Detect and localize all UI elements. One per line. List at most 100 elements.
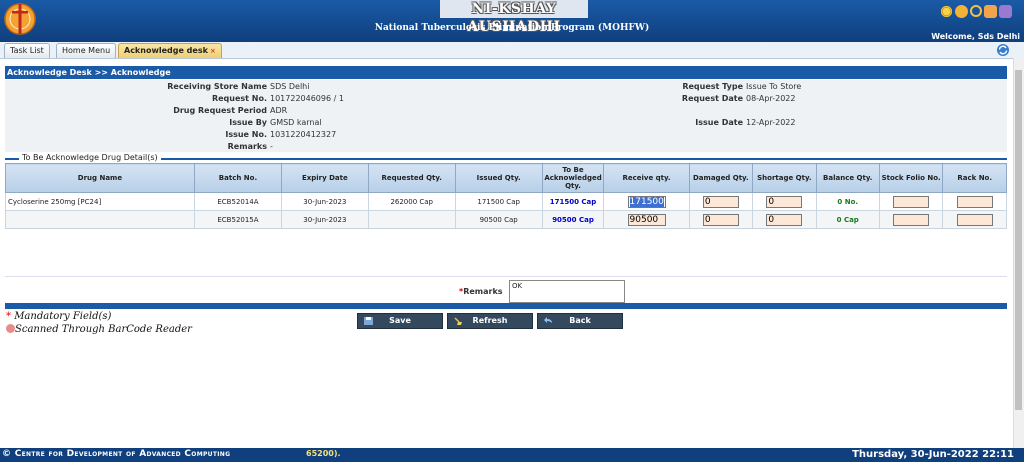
broom-icon (454, 317, 462, 325)
column-header: Receive qty. (603, 163, 690, 193)
issue-date-label: Issue Date (695, 118, 743, 127)
batch-no-cell: ECB52014A (193, 192, 283, 211)
damaged-qty-cell: 0 (688, 192, 754, 211)
table-row: Cycloserine 250mg [PC24] ECB52014A 30-Ju… (5, 192, 1007, 211)
datetime-text: Thursday, 30-Jun-2022 22:11 (852, 449, 1014, 460)
refresh-button[interactable]: Refresh (447, 313, 533, 329)
issue-no-value: 1031220412327 (270, 130, 337, 139)
table-header-row: Drug Name Batch No. Expiry Date Requeste… (5, 163, 1007, 193)
drug-name-cell: Cycloserine 250mg [PC24] (5, 192, 195, 211)
damaged-qty-cell: 0 (688, 210, 754, 229)
refresh-label: Refresh (472, 316, 508, 325)
remarks-info-value: - (270, 142, 273, 151)
request-type-value: Issue To Store (746, 82, 802, 91)
barcode-dot-icon (6, 324, 15, 333)
document-icon[interactable] (984, 4, 997, 18)
remarks-row: *Remarks OK (5, 276, 1007, 304)
header-toolbar (940, 3, 1012, 19)
remarks-label: *Remarks (459, 287, 503, 296)
receiving-store-value: SDS Delhi (270, 82, 310, 91)
damaged-qty-input[interactable]: 0 (702, 195, 739, 208)
request-no-label: Request No. (211, 94, 267, 103)
column-header: Balance Qty. (815, 163, 880, 193)
receiving-store-label: Receiving Store Name (167, 82, 267, 91)
breadcrumb: Acknowledge Desk >> Acknowledge (5, 66, 1007, 79)
barcode-note: Scanned Through BarCode Reader (6, 324, 192, 335)
request-no-value: 101722046096 / 1 (270, 94, 344, 103)
batch-no-cell: ECB52015A (193, 210, 283, 229)
rack-no-input[interactable] (956, 195, 993, 208)
rack-no-input[interactable] (956, 213, 993, 226)
column-header: To Be Acknowledged Qty. (541, 163, 605, 193)
back-button[interactable]: Back (537, 313, 623, 329)
column-header: Stock Folio No. (878, 163, 944, 193)
expiry-date-cell: 30-Jun-2023 (281, 210, 369, 229)
user-icon[interactable] (955, 4, 968, 18)
stock-folio-cell (878, 192, 944, 211)
column-header: Requested Qty. (367, 163, 456, 193)
issue-by-value: GMSD karnal (270, 118, 322, 127)
column-header: Damaged Qty. (688, 163, 754, 193)
shortage-qty-cell: 0 (752, 192, 817, 211)
receive-qty-value: 171500 (629, 196, 664, 207)
drug-request-period-value: ADR (270, 106, 288, 115)
tab-task-list[interactable]: Task List (4, 43, 50, 58)
tab-label: Home Menu (62, 46, 111, 55)
request-date-label: Request Date (681, 94, 743, 103)
column-header: Batch No. (193, 163, 283, 193)
settings-icon[interactable] (940, 4, 953, 18)
table-row: ECB52015A 30-Jun-2023 90500 Cap 90500 Ca… (5, 210, 1007, 229)
request-date-value: 08-Apr-2022 (746, 94, 796, 103)
required-mark: * (6, 311, 11, 322)
receive-qty-input[interactable]: 90500 (627, 213, 666, 226)
organization-text: © Centre for Development of Advanced Com… (2, 449, 231, 459)
drug-request-period-label: Drug Request Period (173, 106, 267, 115)
app-header: NI-KSHAY AUSHADHI National Tuberculosis … (0, 0, 1024, 42)
section-title: To Be Acknowledge Drug Detail(s) (19, 153, 161, 162)
vertical-scrollbar[interactable] (1013, 58, 1024, 448)
refresh-icon[interactable] (996, 43, 1010, 57)
rack-no-cell (942, 192, 1007, 211)
balance-qty-cell: 0 Cap (815, 210, 880, 229)
remarks-textarea[interactable]: OK (509, 280, 625, 303)
column-header: Shortage Qty. (752, 163, 817, 193)
issue-no-label: Issue No. (225, 130, 267, 139)
mandatory-note: * Mandatory Field(s) (6, 311, 111, 322)
tab-acknowledge-desk[interactable]: Acknowledge desk × (118, 43, 222, 58)
close-icon[interactable]: × (210, 47, 216, 55)
damaged-qty-input[interactable]: 0 (702, 213, 739, 226)
printer-icon[interactable] (999, 4, 1012, 18)
rack-no-cell (942, 210, 1007, 229)
tab-bar: Task List Home Menu Acknowledge desk × (0, 42, 1024, 59)
remarks-info-label: Remarks (227, 142, 267, 151)
request-info: Receiving Store Name SDS Delhi Request N… (5, 80, 1007, 152)
program-title: National Tuberculosis Elimination Progra… (374, 23, 650, 33)
save-label: Save (389, 316, 411, 325)
scrollbar-thumb[interactable] (1015, 70, 1022, 410)
requested-qty-cell (367, 210, 456, 229)
issued-qty-cell: 90500 Cap (454, 210, 543, 229)
receive-qty-cell: 90500 (603, 210, 690, 229)
expiry-date-cell: 30-Jun-2023 (281, 192, 369, 211)
save-button[interactable]: Save (357, 313, 443, 329)
to-ack-qty-cell: 90500 Cap (541, 210, 605, 229)
app-title: NI-KSHAY AUSHADHI (440, 0, 588, 35)
balance-qty-cell: 0 No. (815, 192, 880, 211)
search-icon[interactable] (970, 5, 982, 17)
column-header: Issued Qty. (454, 163, 543, 193)
shortage-qty-input[interactable]: 0 (766, 213, 803, 226)
remarks-label-text: Remarks (463, 287, 503, 296)
stock-folio-input[interactable] (893, 213, 930, 226)
requested-qty-cell: 262000 Cap (367, 192, 456, 211)
issue-date-value: 12-Apr-2022 (746, 118, 796, 127)
drug-detail-table: Drug Name Batch No. Expiry Date Requeste… (5, 163, 1007, 229)
form-footer-bar (5, 303, 1007, 309)
drug-name-cell (5, 210, 195, 229)
request-type-label: Request Type (682, 82, 743, 91)
tab-home-menu[interactable]: Home Menu (56, 43, 117, 58)
receive-qty-input[interactable]: 171500 (627, 195, 666, 208)
stock-folio-input[interactable] (893, 195, 930, 208)
shortage-qty-input[interactable]: 0 (766, 195, 803, 208)
mandatory-text: Mandatory Field(s) (14, 311, 112, 322)
receive-qty-cell: 171500 (603, 192, 690, 211)
